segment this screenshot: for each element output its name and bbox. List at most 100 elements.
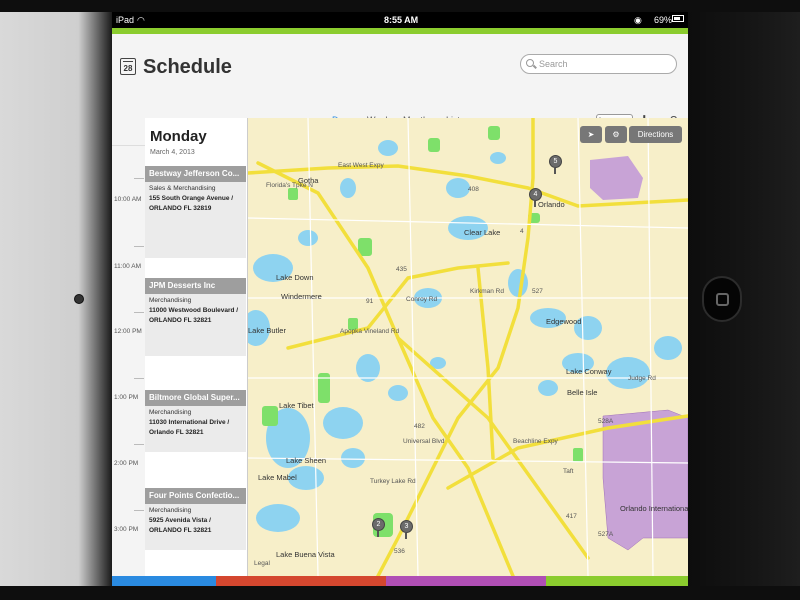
pin-tail — [554, 168, 556, 174]
home-button[interactable] — [702, 276, 742, 322]
road-shield: 528A — [598, 418, 614, 425]
map-label: Lake Mabel — [258, 473, 297, 482]
calendar-icon: 28 — [120, 58, 136, 75]
day-events-column: Monday March 4, 2013 Bestway Jefferson C… — [145, 118, 248, 586]
day-name: Monday — [150, 128, 207, 145]
directions-button[interactable]: Directions — [629, 126, 682, 143]
wifi-icon: ◠ — [137, 15, 145, 25]
map-label: Lake Down — [276, 273, 314, 282]
device-bezel-top — [0, 0, 800, 12]
road-shield: 417 — [566, 513, 577, 520]
map-pin[interactable]: 2 — [372, 518, 385, 537]
event-card[interactable]: Bestway Jefferson Co... Sales & Merchand… — [145, 166, 246, 258]
color-segment — [216, 576, 386, 586]
pin-label: 3 — [400, 520, 413, 533]
event-category: Merchandising — [149, 409, 192, 416]
time-label: 11:00 AM — [114, 263, 141, 270]
event-address: 11030 International Drive / Orlando FL 3… — [149, 419, 230, 436]
hour-tick — [134, 246, 144, 247]
battery-percent: 69% — [654, 15, 673, 25]
event-address: 11000 Westwood Boulevard / ORLANDO FL 32… — [149, 307, 239, 324]
search-icon — [526, 59, 534, 67]
map-label: Judge Rd — [628, 375, 656, 382]
hour-tick — [134, 510, 144, 511]
pin-tail — [405, 533, 407, 539]
map-label: East West Expy — [338, 162, 384, 169]
map-label: Orlando International Airport — [620, 504, 688, 513]
event-name: JPM Desserts Inc — [145, 278, 246, 294]
pin-label: 2 — [372, 518, 385, 531]
map-pin[interactable]: 3 — [400, 520, 413, 539]
pin-tail — [377, 531, 379, 537]
map-label: Orlando — [538, 200, 565, 209]
map-pin[interactable]: 5 — [549, 155, 562, 174]
time-axis: 10:00 AM 11:00 AM 12:00 PM 1:00 PM 2:00 … — [112, 146, 145, 586]
time-label: 2:00 PM — [114, 460, 139, 467]
map-pin[interactable]: 4 — [529, 188, 542, 207]
rotation-lock-icon: ◉ — [634, 15, 642, 25]
hour-tick — [134, 312, 144, 313]
device-bezel-bottom — [0, 586, 800, 600]
road-shield: 4 — [520, 228, 524, 235]
map-label: Kirkman Rd — [470, 288, 504, 295]
event-card[interactable]: JPM Desserts Inc Merchandising 11000 Wes… — [145, 278, 246, 356]
event-category: Merchandising — [149, 507, 192, 514]
event-card[interactable]: Four Points Confectio... Merchandising 5… — [145, 488, 246, 550]
event-category: Merchandising — [149, 297, 192, 304]
map-label: Lake Tibet — [279, 401, 314, 410]
time-label: 1:00 PM — [114, 394, 139, 401]
road-shield: 482 — [414, 423, 425, 430]
color-segment — [386, 576, 546, 586]
locate-button[interactable]: ➤ — [580, 126, 602, 143]
time-label: 12:00 PM — [114, 328, 142, 335]
pin-label: 4 — [529, 188, 542, 201]
map-label: Conroy Rd — [406, 296, 438, 303]
event-card[interactable]: Biltmore Global Super... Merchandising 1… — [145, 390, 246, 452]
time-label: 3:00 PM — [114, 526, 139, 533]
road-shield: 536 — [394, 548, 405, 555]
event-address: 5925 Avenida Vista / ORLANDO FL 32821 — [149, 517, 212, 534]
map-label: Windermere — [281, 292, 322, 301]
map-view[interactable]: ➤ ⚙ Directions Gotha Orlando Clear Lake … — [248, 118, 688, 576]
event-address: 155 South Orange Avenue / ORLANDO FL 328… — [149, 195, 234, 212]
map-label: Taft — [563, 468, 574, 475]
color-segment — [546, 576, 688, 586]
map-label: Clear Lake — [464, 228, 501, 237]
road-shield: 91 — [366, 298, 374, 305]
road-shield: 435 — [396, 266, 407, 273]
event-name: Biltmore Global Super... — [145, 390, 246, 406]
color-segment — [112, 576, 216, 586]
map-label: Lake Butler — [248, 326, 286, 335]
camera-icon — [74, 294, 84, 304]
status-time: 8:55 AM — [384, 15, 419, 25]
road-shield: 408 — [468, 186, 479, 193]
home-square-icon — [716, 293, 729, 306]
map-label: Apopka Vineland Rd — [340, 328, 400, 335]
search-placeholder: Search — [539, 59, 568, 69]
search-input[interactable]: Search — [520, 54, 677, 74]
map-legal-link[interactable]: Legal — [254, 560, 270, 567]
page-title: Schedule — [143, 56, 232, 78]
map-label: Belle Isle — [567, 388, 598, 397]
map-label: Florida's Tpke N — [266, 182, 313, 189]
event-name: Four Points Confectio... — [145, 488, 246, 504]
road-shield: 527A — [598, 531, 614, 538]
day-date: March 4, 2013 — [150, 149, 195, 156]
hour-tick — [134, 444, 144, 445]
event-name: Bestway Jefferson Co... — [145, 166, 246, 182]
bottom-color-bar — [112, 576, 688, 586]
time-label: 10:00 AM — [114, 196, 142, 203]
map-label: Universal Blvd — [403, 438, 445, 445]
device-name: iPad — [116, 15, 135, 25]
screen: iPad ◠ 8:55 AM ◉ 69% 28 Schedule Search … — [112, 12, 688, 586]
pin-label: 5 — [549, 155, 562, 168]
event-category: Sales & Merchandising — [149, 185, 216, 192]
status-bar: iPad ◠ 8:55 AM ◉ 69% — [112, 12, 688, 28]
map-label: Lake Conway — [566, 367, 612, 376]
map-label: Beachline Expy — [513, 438, 558, 445]
pin-tail — [534, 201, 536, 207]
hour-tick — [134, 178, 144, 179]
battery-icon — [672, 15, 684, 22]
map-settings-button[interactable]: ⚙ — [605, 126, 627, 143]
map-label: Lake Sheen — [286, 456, 327, 465]
